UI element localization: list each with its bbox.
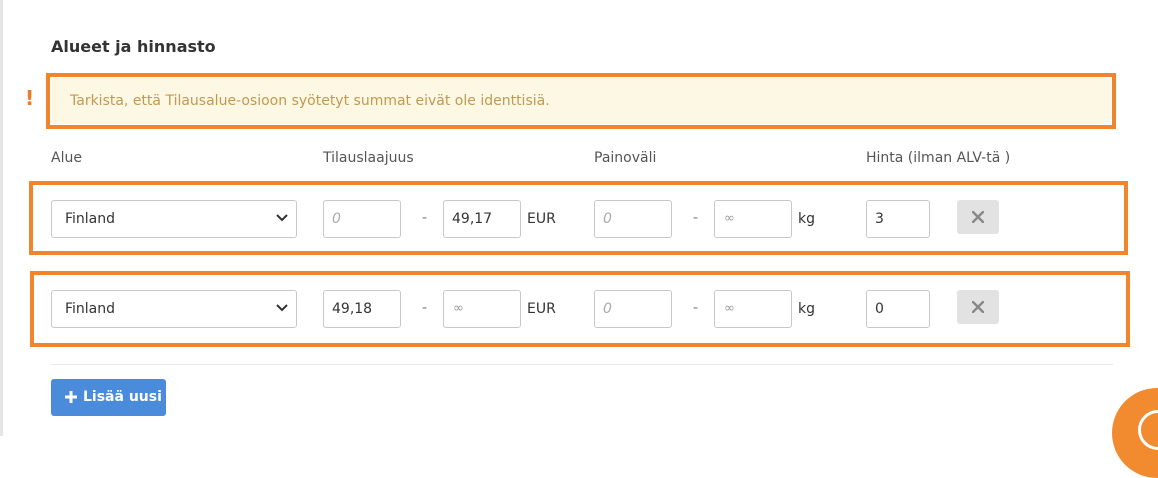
plus-icon xyxy=(65,391,77,403)
column-header-order-range: Tilauslaajuus xyxy=(323,150,414,166)
column-header-region: Alue xyxy=(51,150,82,166)
highlight-row-2 xyxy=(30,271,1130,347)
highlight-row-1 xyxy=(29,181,1128,255)
add-new-button[interactable]: Lisää uusi xyxy=(51,379,166,416)
add-new-label: Lisää uusi xyxy=(83,389,162,405)
column-header-weight-range: Painoväli xyxy=(594,150,657,166)
highlight-warning xyxy=(46,73,1116,129)
exclamation-icon: ! xyxy=(25,86,35,110)
column-header-price: Hinta (ilman ALV-tä ) xyxy=(866,150,1011,166)
row-divider xyxy=(51,364,1113,365)
section-title: Alueet ja hinnasto xyxy=(51,37,216,56)
left-border xyxy=(0,0,3,436)
